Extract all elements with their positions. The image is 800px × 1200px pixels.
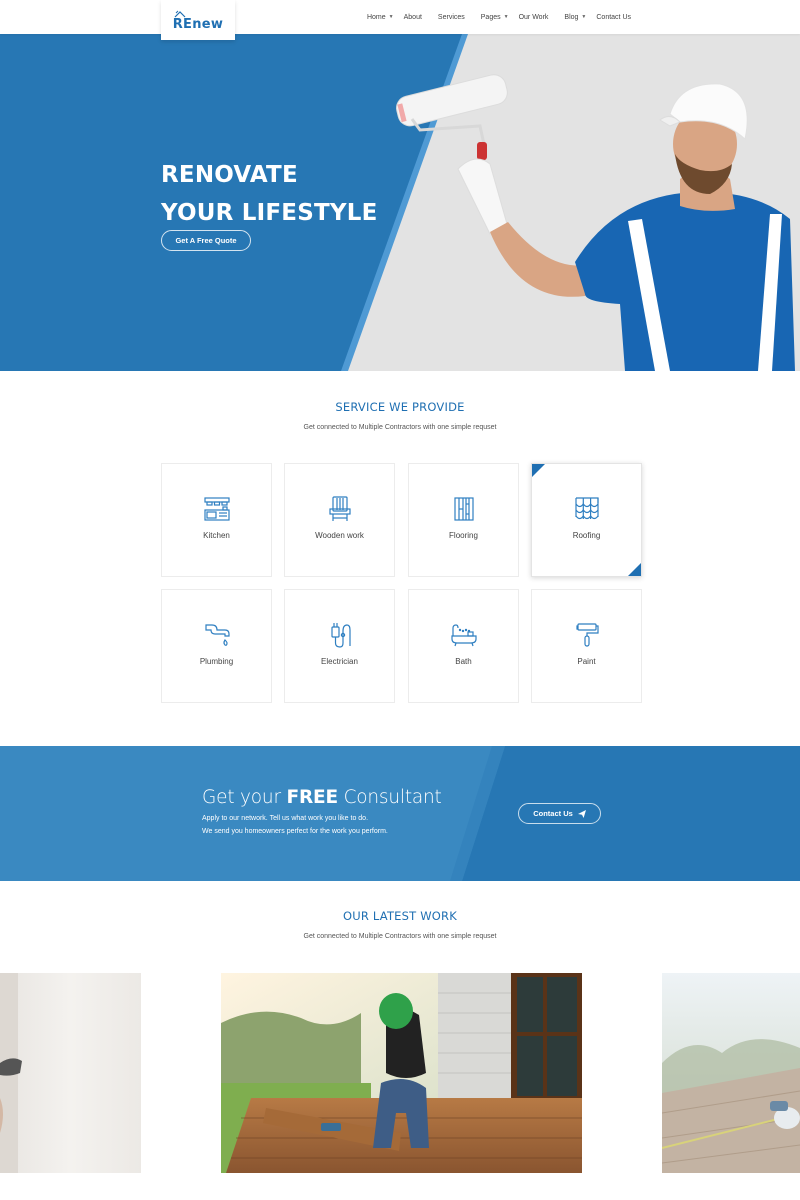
nav-our-work-label: Our Work xyxy=(518,13,549,21)
deck-builder-photo xyxy=(221,973,582,1173)
work-image-left[interactable] xyxy=(0,973,141,1173)
nav-pages-label: Pages xyxy=(480,13,501,21)
service-label: Electrician xyxy=(321,656,358,666)
hero-title-line-2: YOUR LIFESTYLE xyxy=(161,200,378,226)
logo-wordmark: REnew xyxy=(172,16,224,32)
roof-tiles-icon xyxy=(574,496,599,519)
logo-text: REnew xyxy=(172,10,224,32)
caret-down-icon: ▼ xyxy=(581,14,587,20)
service-label: Roofing xyxy=(572,530,601,540)
flooring-icon xyxy=(453,496,474,521)
hero-title-line-1: RENOVATE xyxy=(161,162,298,188)
cta-background-shape xyxy=(0,746,505,881)
cta-text-line-1: Apply to our network. Tell us what work … xyxy=(202,815,369,822)
service-label: Plumbing xyxy=(199,656,234,666)
plug-icon xyxy=(330,622,351,648)
kitchen-icon xyxy=(203,496,230,521)
main-nav: Home ▼ About Services Pages ▼ Our Work Blo… xyxy=(362,0,636,34)
nav-services[interactable]: Services xyxy=(433,14,470,21)
service-label: Kitchen xyxy=(203,530,230,540)
service-card-paint[interactable]: Paint xyxy=(531,589,642,703)
site-header: Home ▼ About Services Pages ▼ Our Work Blo… xyxy=(0,0,800,34)
service-card-wooden-work[interactable]: Wooden work xyxy=(284,463,395,577)
bathtub-icon xyxy=(450,623,477,646)
nav-about-label: About xyxy=(403,13,422,21)
nav-contact-us[interactable]: Contact Us xyxy=(591,14,636,21)
work-image-center[interactable] xyxy=(221,973,582,1173)
latest-work-title: OUR LATEST WORK xyxy=(343,909,457,923)
service-card-plumbing[interactable]: Plumbing xyxy=(161,589,272,703)
service-label: Wooden work xyxy=(315,530,364,540)
nav-blog[interactable]: Blog ▼ xyxy=(559,14,591,21)
free-consultant-banner: Get your FREE Consultant Apply to our ne… xyxy=(0,746,800,881)
nav-home-label: Home xyxy=(366,13,386,21)
contact-us-button[interactable]: Contact Us xyxy=(518,803,601,824)
nav-our-work[interactable]: Our Work xyxy=(514,14,554,21)
service-label: Paint xyxy=(577,656,596,666)
nav-about[interactable]: About xyxy=(399,14,427,21)
faucet-icon xyxy=(204,623,230,646)
contact-us-label: Contact Us xyxy=(533,809,573,818)
nav-contact-us-label: Contact Us xyxy=(596,13,631,21)
painting-wall-photo xyxy=(0,973,141,1173)
service-card-bath[interactable]: Bath xyxy=(408,589,519,703)
paper-plane-icon xyxy=(577,809,586,818)
painter-image xyxy=(396,74,795,371)
house-roof-icon xyxy=(174,10,186,17)
caret-down-icon: ▼ xyxy=(503,14,509,20)
service-card-electrician[interactable]: Electrician xyxy=(284,589,395,703)
get-free-quote-button[interactable]: Get A Free Quote xyxy=(161,230,251,251)
paint-roller-icon xyxy=(575,622,599,647)
latest-work-subtitle: Get connected to Multiple Contractors wi… xyxy=(303,933,497,940)
caret-down-icon: ▼ xyxy=(388,14,394,20)
nav-pages[interactable]: Pages ▼ xyxy=(476,14,514,21)
deck-drill-photo xyxy=(662,973,800,1173)
services-subtitle: Get connected to Multiple Contractors wi… xyxy=(303,424,497,431)
corner-accent-bottom-right xyxy=(628,563,641,576)
nav-services-label: Services xyxy=(437,13,465,21)
service-card-flooring[interactable]: Flooring xyxy=(408,463,519,577)
cta-title: Get your FREE Consultant xyxy=(202,787,442,808)
service-label: Flooring xyxy=(449,530,478,540)
corner-accent-top-left xyxy=(532,464,545,477)
logo[interactable]: REnew xyxy=(161,0,235,40)
service-card-roofing[interactable]: Roofing xyxy=(531,463,642,577)
cta-title-bold: FREE xyxy=(286,787,339,808)
hero-title: RENOVATE YOUR LIFESTYLE xyxy=(161,156,378,232)
cta-text-line-2: We send you homeowners perfect for the w… xyxy=(202,828,388,835)
services-title: SERVICE WE PROVIDE xyxy=(335,400,465,414)
work-image-right[interactable] xyxy=(662,973,800,1173)
nav-blog-label: Blog xyxy=(564,13,579,21)
cta-title-pre: Get your xyxy=(202,787,287,808)
hero-banner: RENOVATE YOUR LIFESTYLE Get A Free Quote xyxy=(0,34,800,371)
nav-home[interactable]: Home ▼ xyxy=(362,14,399,21)
service-card-kitchen[interactable]: Kitchen xyxy=(161,463,272,577)
service-label: Bath xyxy=(455,656,472,666)
chair-icon xyxy=(328,495,351,521)
cta-title-post: Consultant xyxy=(337,787,442,808)
